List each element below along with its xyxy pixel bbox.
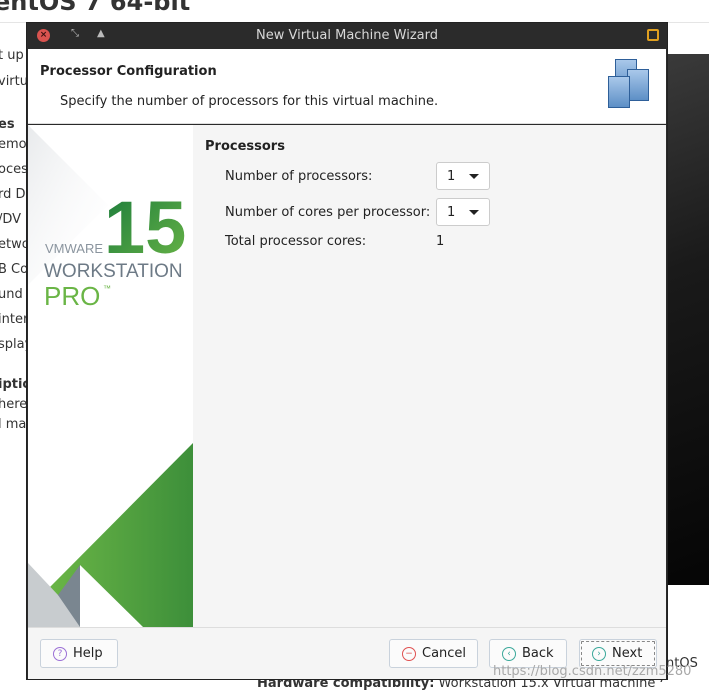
help-icon: ? <box>53 646 67 661</box>
num-processors-label: Number of processors: <box>225 169 373 184</box>
logo-version: 15 <box>104 186 186 269</box>
vmware-logo-panel: 15 VMWARE WORKSTATION PRO ™ <box>28 125 193 627</box>
background-dark-panel <box>667 54 709 585</box>
background-fragment: oces <box>0 162 28 177</box>
restore-icon[interactable] <box>647 29 659 41</box>
logo-tm: ™ <box>103 284 111 293</box>
help-label: Help <box>73 646 103 661</box>
background-fragment: es <box>0 117 15 132</box>
num-processors-select[interactable]: 1 <box>436 162 490 190</box>
cancel-label: Cancel <box>422 646 467 661</box>
back-icon: ‹ <box>502 646 516 661</box>
back-label: Back <box>522 646 554 661</box>
watermark: https://blog.csdn.net/zzm5280 <box>493 664 692 679</box>
processor-icon <box>608 59 658 109</box>
background-fragment: emo <box>0 137 27 152</box>
cores-per-processor-label: Number of cores per processor: <box>225 205 431 220</box>
background-fragment: virtu <box>0 74 28 89</box>
help-button[interactable]: ? Help <box>40 639 118 668</box>
background-fragment: l ma <box>0 417 27 432</box>
logo-brand: VMWARE <box>45 241 103 256</box>
next-label: Next <box>612 646 643 661</box>
chevron-down-icon <box>469 174 479 179</box>
cancel-icon: − <box>402 646 416 661</box>
logo-artwork: 15 VMWARE WORKSTATION PRO ™ <box>28 125 193 627</box>
background-title: entOS 7 64-bit <box>0 0 191 16</box>
background-fragment: here <box>0 397 28 412</box>
background-fragment: inter <box>0 312 29 327</box>
title-bar[interactable]: × ⤡ ▲ New Virtual Machine Wizard <box>27 23 667 49</box>
cancel-button[interactable]: − Cancel <box>389 639 478 668</box>
total-cores-value: 1 <box>436 234 445 249</box>
background-fragment: und <box>0 287 23 302</box>
background-fragment: t up <box>0 48 24 63</box>
page-subtitle: Specify the number of processors for thi… <box>60 94 439 109</box>
logo-product: WORKSTATION <box>44 261 183 282</box>
chevron-down-icon <box>469 210 479 215</box>
background-fragment: /DV <box>0 212 22 227</box>
background-fragment: B Co <box>0 262 29 277</box>
logo-edition: PRO <box>44 281 100 311</box>
processor-settings: Processors Number of processors: 1 Numbe… <box>193 125 666 627</box>
total-cores-label: Total processor cores: <box>225 234 367 249</box>
page-title: Processor Configuration <box>40 64 217 79</box>
window-title: New Virtual Machine Wizard <box>256 28 438 43</box>
section-title: Processors <box>205 139 285 154</box>
background-fragment: rd D <box>0 187 26 202</box>
wizard-dialog: × ⤡ ▲ New Virtual Machine Wizard Process… <box>26 22 668 680</box>
wizard-header: Processor Configuration Specify the numb… <box>28 49 666 124</box>
cores-value: 1 <box>447 205 456 220</box>
num-processors-value: 1 <box>447 169 456 184</box>
next-icon: › <box>592 646 606 661</box>
cores-per-processor-select[interactable]: 1 <box>436 198 490 226</box>
